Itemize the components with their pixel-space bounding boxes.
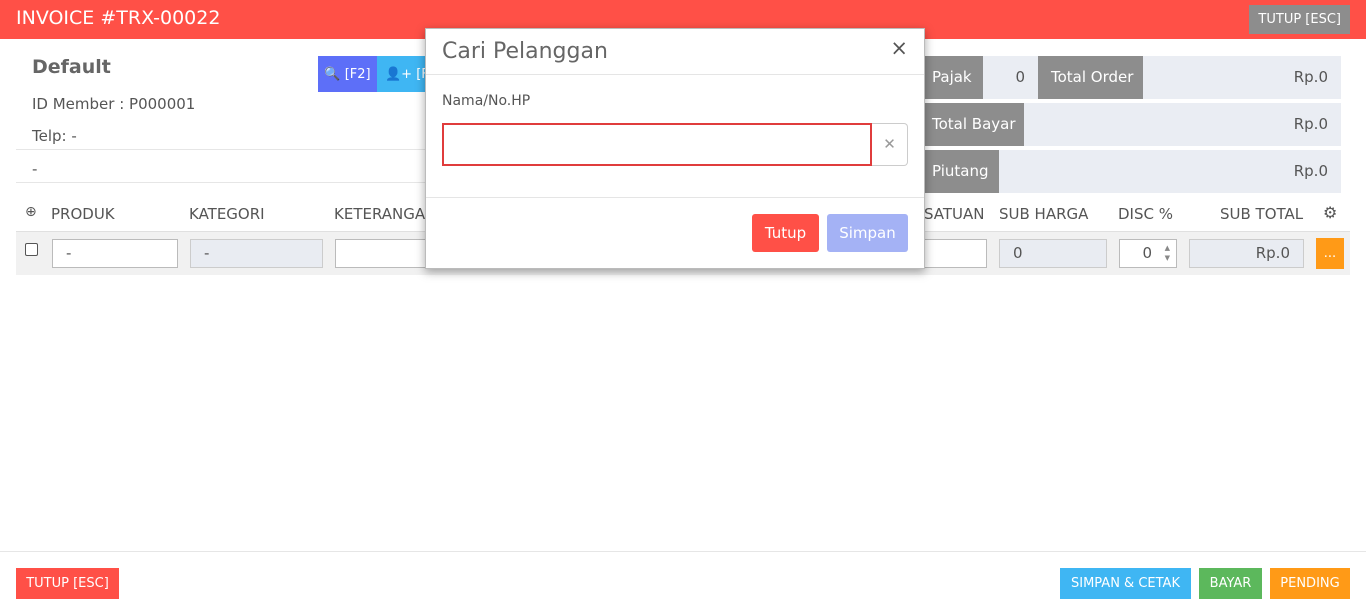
search-customer-modal: Cari Pelanggan × Nama/No.HP ✕ Tutup Simp… — [425, 28, 925, 269]
pajak-value: 0 — [983, 56, 1038, 99]
produk-input[interactable]: - — [52, 239, 178, 268]
satuan-input[interactable] — [924, 239, 987, 268]
search-customer-label: [F2] — [344, 66, 371, 82]
col-disc: DISC % — [1118, 205, 1173, 223]
add-row-icon[interactable]: ⊕ — [25, 204, 37, 220]
piutang-label: Piutang — [919, 150, 999, 193]
disc-input[interactable]: 0 ▲ ▼ — [1119, 239, 1177, 268]
row-checkbox[interactable] — [25, 243, 38, 256]
disc-value: 0 — [1142, 244, 1152, 262]
piutang-value: Rp.0 — [999, 150, 1341, 193]
col-sub-total: SUB TOTAL — [1220, 205, 1304, 223]
clear-icon[interactable]: ✕ — [872, 123, 908, 166]
user-plus-icon: 👤+ — [385, 66, 413, 82]
sub-harga-input: 0 — [999, 239, 1107, 268]
pay-button[interactable]: BAYAR — [1199, 568, 1262, 599]
modal-title: Cari Pelanggan — [442, 39, 608, 64]
search-customer-button[interactable]: 🔍 [F2] — [318, 56, 377, 92]
search-icon: 🔍 — [324, 66, 341, 82]
gear-icon[interactable]: ⚙ — [1323, 203, 1337, 222]
field-label: Nama/No.HP — [442, 93, 531, 109]
keterangan-input[interactable] — [335, 239, 435, 268]
row-more-button[interactable]: ... — [1316, 238, 1344, 269]
total-bayar-value: Rp.0 — [1024, 103, 1341, 146]
kategori-input: - — [190, 239, 323, 268]
customer-address: - — [16, 150, 426, 183]
col-sub-harga: SUB HARGA — [999, 205, 1089, 223]
modal-header-divider — [426, 74, 924, 75]
invoice-title: INVOICE #TRX-00022 — [16, 7, 221, 29]
close-bottom-button[interactable]: TUTUP [ESC] — [16, 568, 119, 599]
modal-save-button[interactable]: Simpan — [827, 214, 908, 252]
bottom-bar: TUTUP [ESC] SIMPAN & CETAK BAYAR PENDING — [0, 551, 1366, 615]
total-bayar-label: Total Bayar — [919, 103, 1024, 146]
modal-cancel-button[interactable]: Tutup — [752, 214, 819, 252]
total-order-value: Rp.0 — [1143, 56, 1341, 99]
col-keterangan: KETERANGA — [334, 205, 426, 223]
modal-footer-divider — [426, 197, 924, 198]
add-customer-button[interactable]: 👤+ [F3] — [377, 56, 426, 92]
col-produk: PRODUK — [51, 205, 115, 223]
col-kategori: KATEGORI — [189, 205, 265, 223]
save-print-button[interactable]: SIMPAN & CETAK — [1060, 568, 1191, 599]
customer-name: Default — [32, 56, 111, 78]
pajak-label: Pajak — [919, 56, 983, 99]
total-order-label: Total Order — [1038, 56, 1143, 99]
customer-member-id: ID Member : P000001 — [32, 95, 196, 113]
close-top-button[interactable]: TUTUP [ESC] — [1249, 5, 1350, 34]
modal-close-icon[interactable]: × — [890, 36, 908, 60]
customer-search-input[interactable] — [442, 123, 872, 166]
sub-total-input: Rp.0 — [1189, 239, 1304, 268]
customer-phone: Telp: - — [16, 117, 426, 150]
pending-button[interactable]: PENDING — [1270, 568, 1350, 599]
col-satuan: SATUAN — [924, 205, 985, 223]
spinner-icon[interactable]: ▲ ▼ — [1160, 243, 1170, 263]
